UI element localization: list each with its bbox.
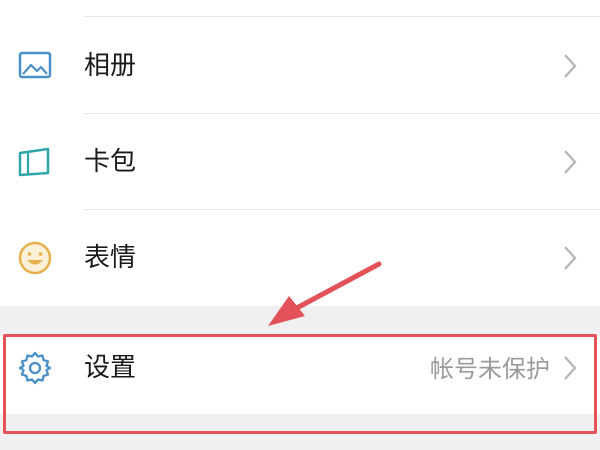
menu-item-wallet[interactable]: 卡包 [0,114,600,210]
annotation-arrow-icon [268,261,382,326]
divider [84,16,600,17]
wallet-icon [18,147,50,177]
album-icon [18,51,52,79]
chevron-right-icon [564,150,577,174]
menu-item-label: 相册 [84,51,137,81]
menu-item-album[interactable]: 相册 [0,18,600,114]
chevron-right-icon [564,246,577,270]
highlight-box [3,334,597,434]
sticker-smile-icon [18,241,52,275]
me-tab-screen: 相册 卡包 表情 设置 帐号未保护 [0,0,600,450]
menu-item-label: 表情 [84,243,137,273]
menu-item-label: 卡包 [84,147,137,177]
chevron-right-icon [564,54,577,78]
